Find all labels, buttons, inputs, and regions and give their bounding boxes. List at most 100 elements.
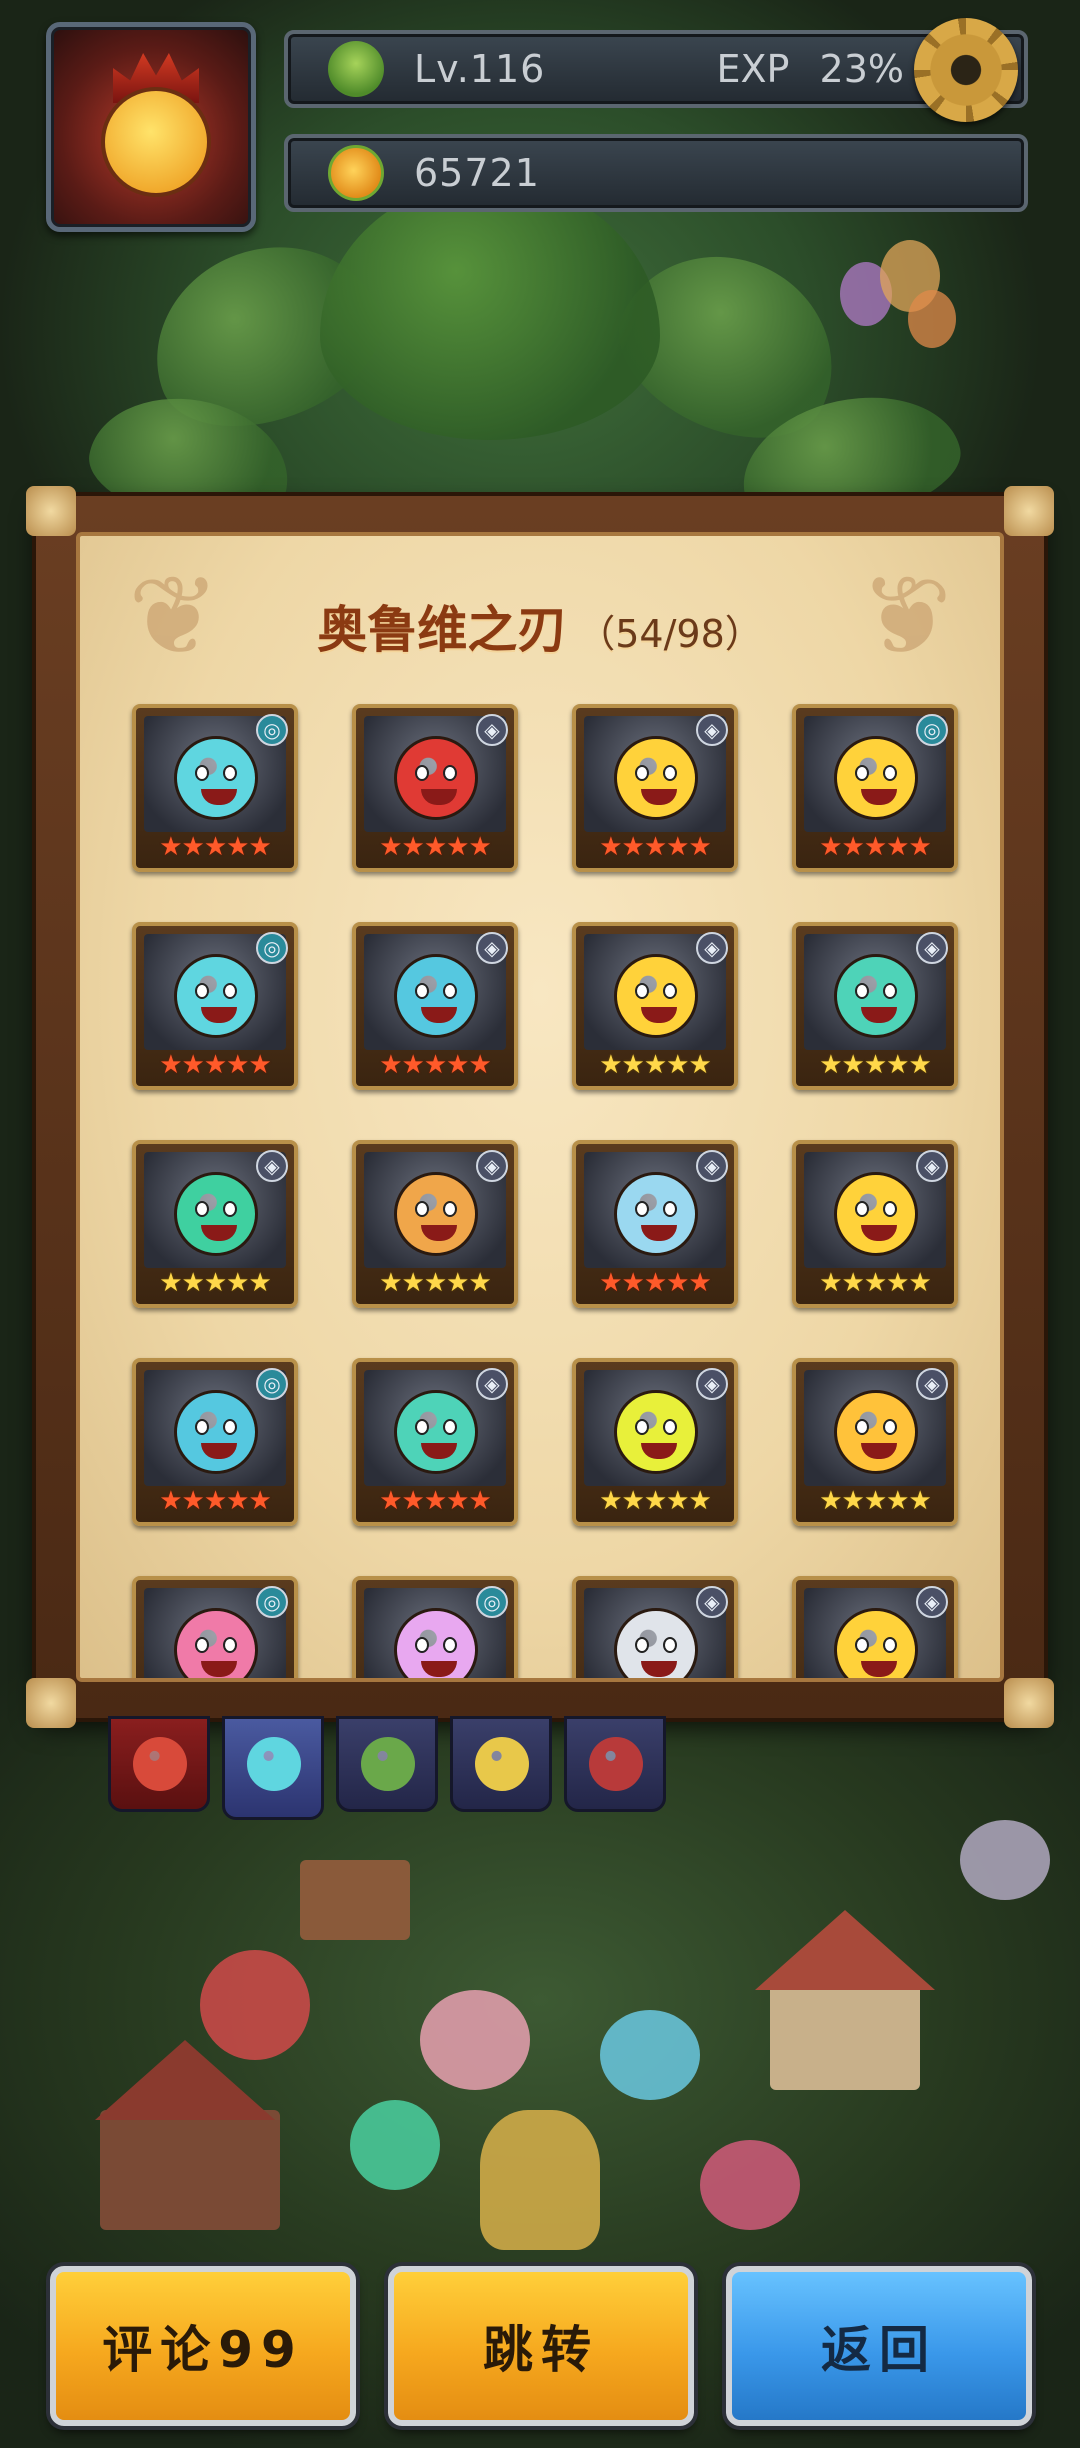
star-icon: ★: [599, 1486, 622, 1516]
album-page[interactable]: ❦ ❦ 奥鲁维之刃 （54/98） ◎ ★ ★ ★ ★ ★ ◈ ★ ★ ★ ★ ★ ◈ ★ ★ ★ ★ ★ ◎ ★ ★ ★ ★…: [76, 532, 1004, 1682]
blade-element-icon: ◈: [476, 932, 508, 964]
star-icon: ★: [379, 1268, 402, 1298]
monster-card[interactable]: ◈ ★ ★ ★ ★ ★: [572, 922, 738, 1090]
monster-face: [394, 954, 478, 1038]
category-tab[interactable]: [222, 1716, 324, 1820]
monster-card[interactable]: ◈ ★ ★ ★ ★ ★: [792, 1140, 958, 1308]
monster-card[interactable]: ◈ ★ ★ ★ ★ ★: [352, 922, 518, 1090]
swirl-element-icon: ◎: [256, 1586, 288, 1618]
monster-face: [834, 736, 918, 820]
monster-face: [394, 1390, 478, 1474]
monster-card[interactable]: ◎: [352, 1576, 518, 1678]
star-icon: ★: [203, 1268, 227, 1298]
tab-monster-icon: [589, 1737, 643, 1791]
monster-eye: [195, 1419, 209, 1435]
creature-decoration: [350, 2100, 440, 2190]
blade-element-icon: ◈: [916, 1586, 948, 1618]
card-grid: ◎ ★ ★ ★ ★ ★ ◈ ★ ★ ★ ★ ★ ◈ ★ ★ ★ ★ ★ ◎ ★ ★ ★ ★ ★ ◎ ★ ★ ★ ★ ★ ◈ ★ ★ ★ ★ ★ ◈ ★ ★ ★…: [132, 704, 972, 1678]
star-icon: ★: [446, 1268, 469, 1298]
monster-card[interactable]: ◈ ★ ★ ★ ★ ★: [352, 704, 518, 872]
monster-mouth: [861, 1007, 897, 1023]
star-icon: ★: [423, 1486, 447, 1516]
star-icon: ★: [379, 832, 402, 862]
star-icon: ★: [423, 1050, 447, 1080]
exp-value: 23%: [819, 47, 904, 91]
monster-face: [174, 1390, 258, 1474]
star-icon: ★: [908, 1268, 931, 1298]
star-rating: ★ ★ ★ ★ ★: [140, 1268, 290, 1298]
monster-eye: [855, 983, 869, 999]
monster-card[interactable]: ◈ ★ ★ ★ ★ ★: [572, 1358, 738, 1526]
star-icon: ★: [688, 1268, 711, 1298]
monster-face: [174, 1608, 258, 1678]
tab-monster-icon: [361, 1737, 415, 1791]
monster-mouth: [421, 1661, 457, 1677]
blade-element-icon: ◈: [476, 714, 508, 746]
category-tab[interactable]: [564, 1716, 666, 1812]
monster-eye: [195, 1637, 209, 1653]
monster-card[interactable]: ◎ ★ ★ ★ ★ ★: [132, 1358, 298, 1526]
coin-count: 65721: [414, 151, 540, 195]
back-button[interactable]: 返回: [726, 2266, 1032, 2426]
monster-card[interactable]: ◈: [572, 1576, 738, 1678]
monster-mouth: [421, 789, 457, 805]
monster-mouth: [861, 1225, 897, 1241]
star-icon: ★: [643, 1486, 667, 1516]
monster-card[interactable]: ◎: [132, 1576, 298, 1678]
monster-eye: [883, 1201, 897, 1217]
monster-face: [834, 954, 918, 1038]
monster-mouth: [641, 1443, 677, 1459]
category-tab[interactable]: [450, 1716, 552, 1812]
monster-card[interactable]: ◎ ★ ★ ★ ★ ★: [792, 704, 958, 872]
monster-face: [614, 1608, 698, 1678]
star-icon: ★: [446, 1486, 469, 1516]
roof-decoration: [755, 1910, 935, 1990]
monster-card[interactable]: ◈ ★ ★ ★ ★ ★: [132, 1140, 298, 1308]
star-icon: ★: [159, 1268, 182, 1298]
star-icon: ★: [468, 1268, 491, 1298]
star-icon: ★: [226, 1486, 249, 1516]
gear-icon[interactable]: [914, 18, 1018, 122]
monster-card[interactable]: ◎ ★ ★ ★ ★ ★: [132, 704, 298, 872]
monster-face: [614, 736, 698, 820]
player-avatar[interactable]: [46, 22, 256, 232]
album-title: 奥鲁维之刃 （54/98）: [80, 590, 1000, 662]
category-tab[interactable]: [336, 1716, 438, 1812]
star-rating: ★ ★ ★ ★ ★: [800, 1268, 950, 1298]
star-icon: ★: [688, 832, 711, 862]
review-button[interactable]: 评论99: [50, 2266, 356, 2426]
star-icon: ★: [886, 1486, 909, 1516]
creature-decoration: [200, 1950, 310, 2060]
monster-eye: [855, 1637, 869, 1653]
monster-mouth: [861, 1443, 897, 1459]
star-rating: ★ ★ ★ ★ ★: [360, 1268, 510, 1298]
star-icon: ★: [599, 1050, 622, 1080]
star-icon: ★: [423, 1268, 447, 1298]
player-level: Lv.116: [414, 47, 546, 91]
swirl-element-icon: ◎: [256, 932, 288, 964]
star-icon: ★: [688, 1050, 711, 1080]
monster-card[interactable]: ◈ ★ ★ ★ ★ ★: [352, 1358, 518, 1526]
monster-card[interactable]: ◎ ★ ★ ★ ★ ★: [132, 922, 298, 1090]
star-icon: ★: [379, 1486, 402, 1516]
monster-card[interactable]: ◈ ★ ★ ★ ★ ★: [572, 704, 738, 872]
monster-eye: [663, 1419, 677, 1435]
blade-element-icon: ◈: [916, 1368, 948, 1400]
fruit-icon: [328, 145, 384, 201]
monster-card[interactable]: ◈: [792, 1576, 958, 1678]
swirl-element-icon: ◎: [476, 1586, 508, 1618]
balloon-decoration: [908, 290, 956, 348]
star-icon: ★: [248, 1486, 271, 1516]
jump-button[interactable]: 跳转: [388, 2266, 694, 2426]
tab-monster-icon: [247, 1737, 301, 1791]
monster-face: [834, 1390, 918, 1474]
monster-card[interactable]: ◈ ★ ★ ★ ★ ★: [792, 922, 958, 1090]
monster-card[interactable]: ◈ ★ ★ ★ ★ ★: [352, 1140, 518, 1308]
monster-card[interactable]: ◈ ★ ★ ★ ★ ★: [572, 1140, 738, 1308]
monster-mouth: [201, 1661, 237, 1677]
star-icon: ★: [841, 1050, 865, 1080]
star-icon: ★: [841, 832, 865, 862]
category-tab[interactable]: [108, 1716, 210, 1812]
star-icon: ★: [203, 1486, 227, 1516]
monster-card[interactable]: ◈ ★ ★ ★ ★ ★: [792, 1358, 958, 1526]
